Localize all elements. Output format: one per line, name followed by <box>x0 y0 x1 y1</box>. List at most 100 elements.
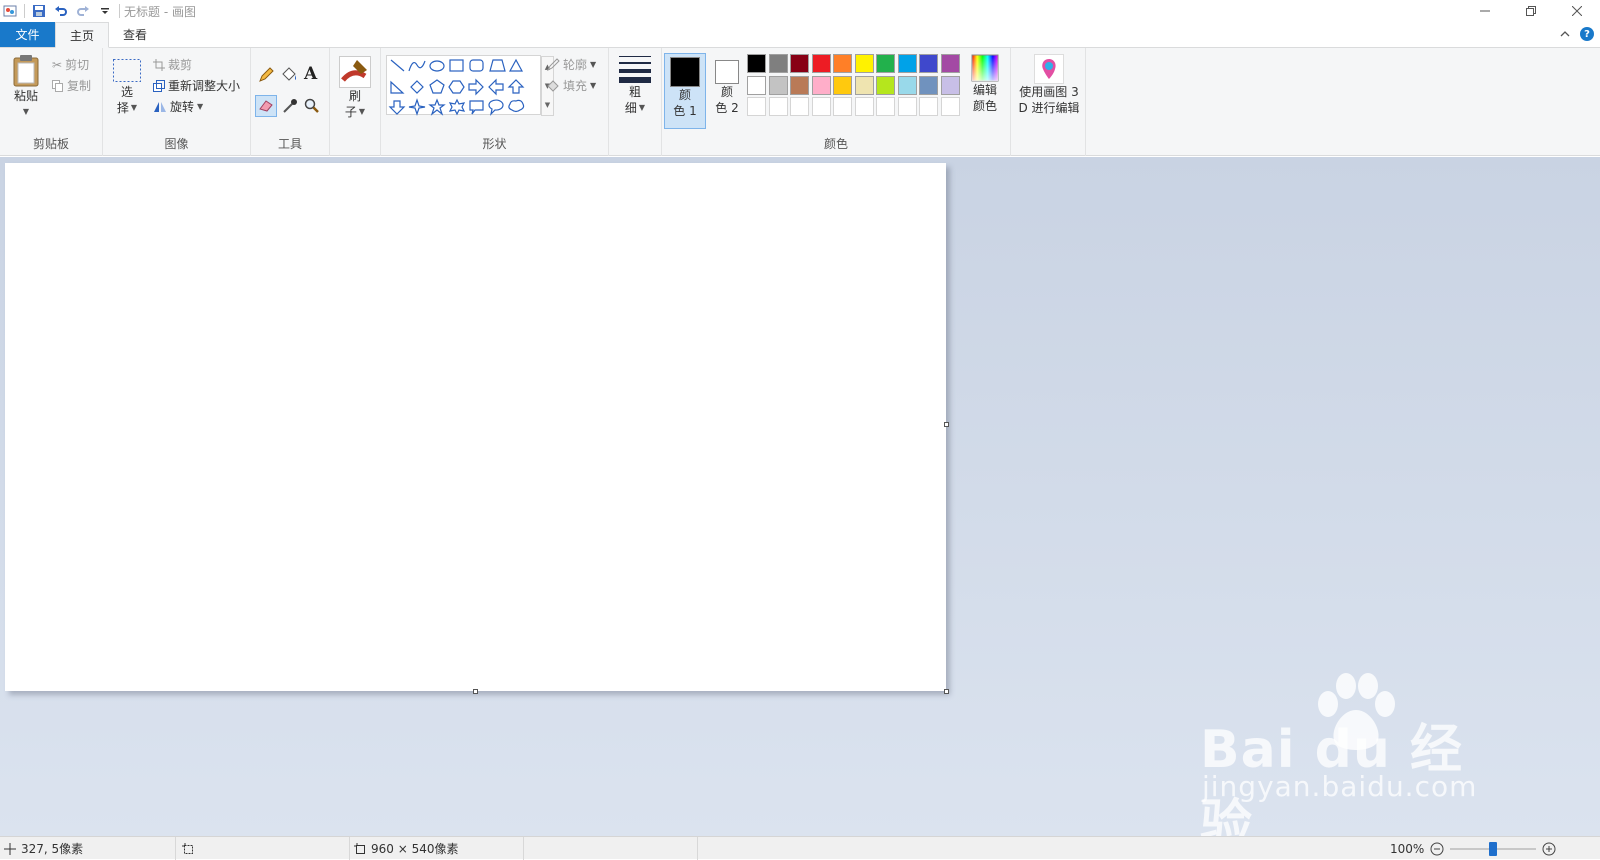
fill-bucket-icon[interactable] <box>280 66 298 87</box>
paint-app-icon[interactable] <box>2 3 18 19</box>
custom-color-slot[interactable] <box>940 97 960 116</box>
tab-home[interactable]: 主页 <box>55 22 110 48</box>
tools-group: A 工具 <box>251 48 330 156</box>
edit-colors-label-1: 编辑 <box>972 83 997 97</box>
copy-label: 复制 <box>67 79 92 93</box>
magnifier-icon[interactable] <box>304 98 320 117</box>
ribbon-tab-controls: ? <box>1560 27 1594 41</box>
copy-button[interactable]: 复制 <box>52 77 91 94</box>
redo-icon[interactable] <box>75 3 91 19</box>
color-palette <box>747 54 967 120</box>
palette-swatch[interactable] <box>876 54 895 73</box>
color2-button[interactable]: 颜 色 2 <box>708 53 746 129</box>
custom-color-slot[interactable] <box>897 97 917 116</box>
palette-swatch[interactable] <box>897 75 917 95</box>
zoom-out-icon[interactable] <box>1430 842 1444 856</box>
restore-button[interactable] <box>1508 0 1554 22</box>
palette-swatch[interactable] <box>790 54 809 73</box>
eraser-icon[interactable] <box>255 95 277 117</box>
select-rect-icon <box>113 59 141 82</box>
resize-handle-right[interactable] <box>944 422 949 427</box>
resize-handle-corner[interactable] <box>944 689 949 694</box>
rotate-button[interactable]: 旋转 ▼ <box>153 98 203 115</box>
palette-swatch[interactable] <box>811 75 831 95</box>
watermark-url: jingyan.baidu.com <box>1202 770 1478 803</box>
palette-swatch[interactable] <box>897 54 917 73</box>
customize-toolbar-icon[interactable] <box>97 3 113 19</box>
paste-icon <box>13 55 39 87</box>
canvas-size-icon <box>354 842 365 854</box>
palette-swatch[interactable] <box>854 75 874 95</box>
collapse-ribbon-icon[interactable] <box>1560 27 1570 41</box>
palette-swatch[interactable] <box>919 75 938 95</box>
chevron-down-icon: ▼ <box>590 60 597 69</box>
tab-file[interactable]: 文件 <box>0 22 55 47</box>
custom-color-slot[interactable] <box>854 97 874 116</box>
select-button[interactable]: 选 择 ▼ <box>109 58 145 116</box>
resize-button[interactable]: 重新调整大小 <box>153 77 240 94</box>
edit-with-paint3d-button[interactable]: 使用画图 3 D 进行编辑 <box>1013 54 1085 116</box>
custom-color-slot[interactable] <box>747 97 766 116</box>
pencil-icon[interactable] <box>257 66 275 87</box>
palette-swatch[interactable] <box>854 54 874 73</box>
fill-button[interactable]: 填充 ▼ <box>546 77 596 94</box>
palette-swatch[interactable] <box>790 75 809 95</box>
crop-button[interactable]: 裁剪 <box>153 56 192 73</box>
canvas-size: 960 × 540像素 <box>350 837 524 860</box>
text-tool-icon[interactable]: A <box>304 64 317 84</box>
edit-colors-button[interactable]: 编辑 颜色 <box>965 54 1005 114</box>
chevron-down-icon: ▼ <box>358 107 366 116</box>
canvas-workspace[interactable]: Bai du 经验 jingyan.baidu.com <box>0 157 1600 855</box>
help-icon[interactable]: ? <box>1580 27 1594 41</box>
color1-label-2: 色 1 <box>673 104 697 118</box>
paint3d-label-2: D 进行编辑 <box>1018 101 1080 115</box>
custom-color-slot[interactable] <box>919 97 938 116</box>
custom-color-slot[interactable] <box>811 97 831 116</box>
paste-label: 粘贴 <box>13 89 38 103</box>
zoom-slider-thumb[interactable] <box>1489 841 1498 856</box>
custom-color-slot[interactable] <box>833 97 852 116</box>
window-controls <box>1462 0 1600 22</box>
palette-swatch[interactable] <box>919 54 938 73</box>
expand-gallery-icon[interactable]: ▼ <box>545 101 550 109</box>
drawing-canvas[interactable] <box>5 163 946 691</box>
colors-group: 颜 色 1 颜 色 2 编辑 颜色 颜色 <box>662 48 1011 156</box>
window-title: 无标题 - 画图 <box>124 4 196 19</box>
palette-swatch[interactable] <box>811 54 831 73</box>
palette-swatch[interactable] <box>833 54 852 73</box>
shapes-gallery-icons[interactable] <box>387 56 542 116</box>
cut-button[interactable]: ✂ 剪切 <box>52 56 89 73</box>
resize-handle-bottom[interactable] <box>473 689 478 694</box>
crosshair-icon <box>4 842 16 855</box>
zoom-slider[interactable] <box>1450 841 1537 856</box>
shapes-group-label: 形状 <box>482 137 507 151</box>
size-button[interactable]: 粗 细 ▼ <box>615 54 655 116</box>
palette-swatch[interactable] <box>833 75 852 95</box>
close-button[interactable] <box>1554 0 1600 22</box>
color2-label-2: 色 2 <box>715 101 739 115</box>
palette-swatch[interactable] <box>768 54 788 73</box>
palette-swatch[interactable] <box>940 54 960 73</box>
custom-color-slot[interactable] <box>768 97 788 116</box>
paste-button[interactable]: 粘贴 ▼ <box>8 54 44 120</box>
cut-label: 剪切 <box>65 58 90 72</box>
color-picker-icon[interactable] <box>282 98 298 117</box>
clipboard-group-label: 剪贴板 <box>32 137 69 151</box>
minimize-button[interactable] <box>1462 0 1508 22</box>
palette-swatch[interactable] <box>768 75 788 95</box>
tab-view[interactable]: 查看 <box>109 22 161 47</box>
zoom-in-icon[interactable] <box>1542 842 1556 856</box>
outline-button[interactable]: 轮廓 ▼ <box>546 56 596 73</box>
brushes-button[interactable]: 刷 子 ▼ <box>336 56 374 120</box>
custom-color-slot[interactable] <box>790 97 809 116</box>
chevron-down-icon: ▼ <box>130 103 138 112</box>
save-icon[interactable] <box>31 3 47 19</box>
custom-color-slot[interactable] <box>876 97 895 116</box>
color1-button[interactable]: 颜 色 1 <box>664 53 706 129</box>
palette-swatch[interactable] <box>747 75 766 95</box>
palette-swatch[interactable] <box>876 75 895 95</box>
undo-icon[interactable] <box>53 3 69 19</box>
shapes-gallery: ▲ ▼ ▼ <box>386 55 554 116</box>
palette-swatch[interactable] <box>747 54 766 73</box>
palette-swatch[interactable] <box>940 75 960 95</box>
